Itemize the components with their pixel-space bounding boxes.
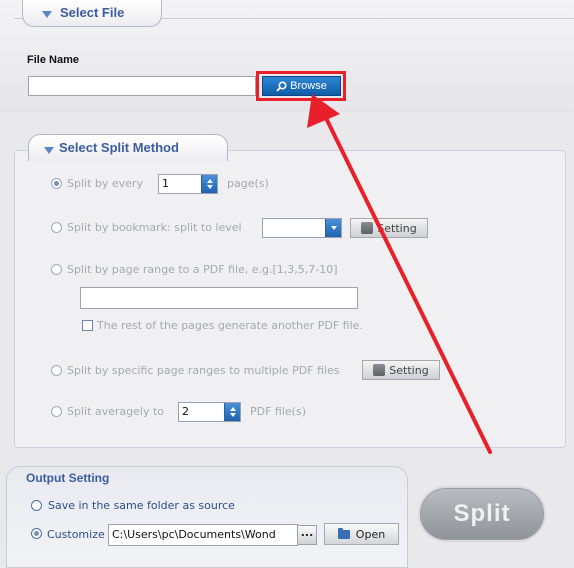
annotation-arrow [307, 94, 492, 454]
